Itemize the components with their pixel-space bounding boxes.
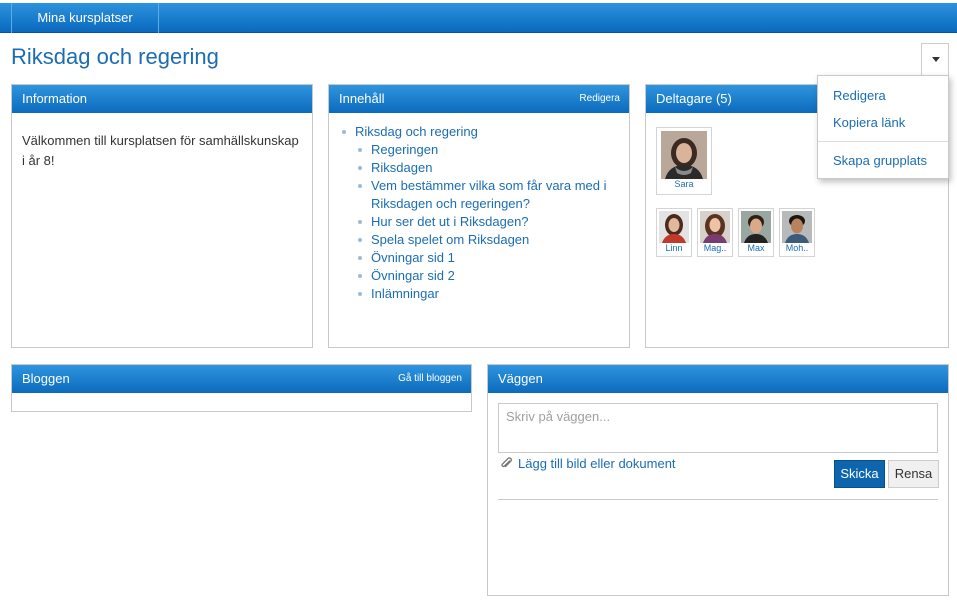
content-item[interactable]: Övningar sid 1	[355, 249, 619, 267]
content-link[interactable]: Hur ser det ut i Riksdagen?	[371, 214, 529, 229]
wall-divider	[498, 499, 938, 500]
menu-item-edit[interactable]: Redigera	[833, 88, 886, 103]
clear-button[interactable]: Rensa	[888, 460, 939, 488]
information-panel-title: Information	[22, 91, 88, 106]
content-item[interactable]: Riksdagen	[355, 159, 619, 177]
avatar	[659, 211, 689, 243]
content-item[interactable]: Hur ser det ut i Riksdagen?	[355, 213, 619, 231]
content-item[interactable]: Inlämningar	[355, 285, 619, 303]
caret-down-icon	[932, 57, 940, 62]
content-item-root[interactable]: Riksdag och regering	[339, 123, 619, 141]
content-item[interactable]: Spela spelet om Riksdagen	[355, 231, 619, 249]
content-tree: Riksdag och regering Regeringen Riksdage…	[329, 113, 629, 303]
content-link[interactable]: Vem bestämmer vilka som får vara med i R…	[371, 178, 607, 211]
information-text: Välkommen till kursplatsen för samhällsk…	[22, 133, 299, 168]
avatar	[661, 131, 707, 179]
participant-teacher[interactable]: Sara	[656, 127, 712, 195]
content-panel-title: Innehåll	[339, 91, 385, 106]
participant-name: Mag..	[703, 243, 727, 253]
paperclip-icon	[501, 457, 513, 468]
my-courses-tab[interactable]: Mina kursplatser	[11, 3, 159, 33]
participant-name: Linn	[665, 243, 683, 253]
wall-panel-title: Väggen	[498, 371, 543, 386]
go-to-blog-link[interactable]: Gå till bloggen	[398, 365, 462, 393]
blog-panel: Bloggen Gå till bloggen	[11, 364, 472, 412]
content-link[interactable]: Riksdag och regering	[355, 124, 478, 139]
wall-panel: Väggen Lägg till bild eller dokument Ski…	[487, 364, 949, 596]
information-panel: Information Välkommen till kursplatsen f…	[11, 84, 313, 348]
top-navigation-bar: Mina kursplatser	[0, 3, 957, 33]
avatar	[782, 211, 812, 243]
edit-content-link[interactable]: Redigera	[579, 85, 620, 113]
content-item[interactable]: Övningar sid 2	[355, 267, 619, 285]
wall-panel-header: Väggen	[488, 365, 948, 393]
participant-name: Max	[747, 243, 765, 253]
blog-panel-title: Bloggen	[22, 371, 70, 386]
menu-divider	[818, 141, 948, 142]
avatar	[700, 211, 730, 243]
participant-card[interactable]: Linn	[656, 208, 692, 257]
content-link[interactable]: Inlämningar	[371, 286, 439, 301]
wall-post-input[interactable]	[498, 403, 938, 453]
send-button[interactable]: Skicka	[834, 460, 885, 488]
blog-panel-header: Bloggen Gå till bloggen	[12, 365, 471, 393]
page-options-dropdown-toggle[interactable]	[921, 43, 949, 75]
avatar	[741, 211, 771, 243]
information-panel-header: Information	[12, 85, 312, 113]
participant-card[interactable]: Moh..	[779, 208, 815, 257]
content-link[interactable]: Övningar sid 1	[371, 250, 455, 265]
content-link[interactable]: Övningar sid 2	[371, 268, 455, 283]
menu-item-copy-link[interactable]: Kopiera länk	[833, 115, 905, 130]
content-item[interactable]: Vem bestämmer vilka som får vara med i R…	[355, 177, 619, 213]
page-options-menu: Redigera Kopiera länk Skapa grupplats	[817, 75, 949, 179]
attach-file-link[interactable]: Lägg till bild eller dokument	[500, 456, 676, 471]
menu-item-create-group[interactable]: Skapa grupplats	[833, 153, 927, 168]
participant-card[interactable]: Max	[738, 208, 774, 257]
content-panel: Innehåll Redigera Riksdag och regering R…	[328, 84, 630, 348]
participant-name: Sara	[674, 179, 694, 189]
content-item[interactable]: Regeringen	[355, 141, 619, 159]
content-panel-header: Innehåll Redigera	[329, 85, 629, 113]
participant-name: Moh..	[785, 243, 809, 253]
content-subitems: Regeringen Riksdagen Vem bestämmer vilka…	[355, 141, 619, 303]
page-title: Riksdag och regering	[11, 44, 219, 69]
participants-panel-title: Deltagare (5)	[656, 91, 732, 106]
attach-file-label: Lägg till bild eller dokument	[518, 456, 676, 471]
content-link[interactable]: Riksdagen	[371, 160, 432, 175]
content-link[interactable]: Spela spelet om Riksdagen	[371, 232, 529, 247]
participant-card[interactable]: Mag..	[697, 208, 733, 257]
content-link[interactable]: Regeringen	[371, 142, 438, 157]
